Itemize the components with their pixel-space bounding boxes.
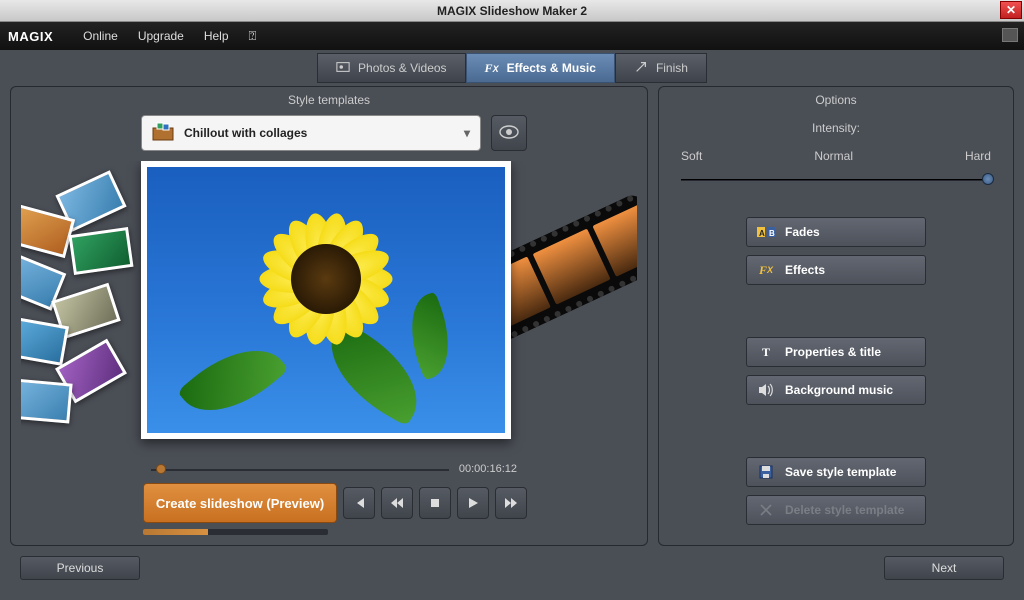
fx-small-icon: FX — [757, 261, 775, 279]
tab-label: Photos & Videos — [358, 61, 447, 75]
save-label: Save style template — [785, 465, 896, 479]
panel-right-title: Options — [659, 87, 1013, 115]
speaker-icon — [757, 381, 775, 399]
intensity-ticks: Soft Normal Hard — [681, 149, 991, 163]
template-thumb-icon — [152, 122, 174, 144]
panel-style-templates: Style templates Chillout with collages ▾ — [10, 86, 648, 546]
tick-soft: Soft — [681, 149, 702, 163]
properties-title-button[interactable]: T Properties & title — [746, 337, 926, 367]
create-button-label: Create slideshow (Preview) — [156, 496, 324, 511]
template-selector-row: Chillout with collages ▾ — [11, 115, 647, 151]
tab-photos-videos[interactable]: Photos & Videos — [317, 53, 466, 83]
panel-left-title: Style templates — [11, 87, 647, 115]
eye-icon — [499, 125, 519, 142]
transport-controls: Create slideshow (Preview) — [11, 481, 647, 529]
previous-button[interactable]: Previous — [20, 556, 140, 580]
template-selected-label: Chillout with collages — [184, 126, 307, 140]
minimize-button[interactable] — [1002, 28, 1018, 42]
template-dropdown[interactable]: Chillout with collages ▾ — [141, 115, 481, 151]
previous-label: Previous — [57, 561, 104, 575]
next-button[interactable]: Next — [884, 556, 1004, 580]
rewind-button[interactable] — [381, 487, 413, 519]
render-progress — [143, 529, 328, 535]
photos-icon — [336, 60, 350, 77]
window-title: MAGIX Slideshow Maker 2 — [437, 4, 587, 18]
close-icon: ✕ — [1006, 3, 1016, 17]
effects-button[interactable]: FX Effects — [746, 255, 926, 285]
menubar: MAGIX Online Upgrade Help ⍰ — [0, 22, 1024, 50]
main-tabs: Photos & Videos FX Effects & Music Finis… — [0, 50, 1024, 86]
properties-label: Properties & title — [785, 345, 881, 359]
skip-start-button[interactable] — [343, 487, 375, 519]
tick-hard: Hard — [965, 149, 991, 163]
effects-label: Effects — [785, 263, 825, 277]
preview-image — [147, 167, 505, 433]
fast-forward-button[interactable] — [495, 487, 527, 519]
delete-label: Delete style template — [785, 503, 904, 517]
menu-help-marker-icon[interactable]: ⍰ — [241, 24, 265, 48]
titlebar: MAGIX Slideshow Maker 2 ✕ — [0, 0, 1024, 22]
timecode: 00:00:16:12 — [459, 463, 517, 475]
preview-image-frame — [141, 161, 511, 439]
timeline-track[interactable] — [151, 464, 449, 474]
intensity-thumb[interactable] — [982, 173, 994, 185]
delete-x-icon — [757, 501, 775, 519]
tab-finish[interactable]: Finish — [615, 53, 707, 83]
stop-button[interactable] — [419, 487, 451, 519]
next-label: Next — [932, 561, 957, 575]
tick-normal: Normal — [814, 149, 853, 163]
fades-icon: AB — [757, 223, 775, 241]
preview-stage — [21, 161, 637, 457]
panel-options: Options Intensity: Soft Normal Hard AB F… — [658, 86, 1014, 546]
menu-upgrade[interactable]: Upgrade — [130, 25, 192, 47]
fades-label: Fades — [785, 225, 820, 239]
play-button[interactable] — [457, 487, 489, 519]
svg-text:A: A — [759, 229, 765, 238]
logo: MAGIX — [8, 29, 71, 44]
intensity-label: Intensity: — [681, 121, 991, 135]
menu-online[interactable]: Online — [75, 25, 126, 47]
tab-label: Finish — [656, 61, 688, 75]
fx-icon: FX — [485, 61, 499, 76]
save-style-template-button[interactable]: Save style template — [746, 457, 926, 487]
decor-photo-pile — [21, 181, 161, 457]
timeline-thumb[interactable] — [156, 464, 166, 474]
menu-help[interactable]: Help — [196, 25, 237, 47]
fades-button[interactable]: AB Fades — [746, 217, 926, 247]
music-label: Background music — [785, 383, 893, 397]
tab-effects-music[interactable]: FX Effects & Music — [466, 53, 615, 83]
save-disk-icon — [757, 463, 775, 481]
svg-text:B: B — [769, 229, 775, 238]
content: Style templates Chillout with collages ▾ — [0, 86, 1024, 556]
close-button[interactable]: ✕ — [1000, 1, 1022, 19]
intensity-slider[interactable] — [681, 171, 991, 187]
background-music-button[interactable]: Background music — [746, 375, 926, 405]
finish-arrow-icon — [634, 60, 648, 77]
tab-label: Effects & Music — [507, 61, 596, 75]
timeline: 00:00:16:12 — [11, 457, 647, 481]
create-slideshow-preview-button[interactable]: Create slideshow (Preview) — [143, 483, 337, 523]
footer-nav: Previous Next — [0, 556, 1024, 590]
title-t-icon: T — [757, 343, 775, 361]
chevron-down-icon: ▾ — [464, 126, 470, 140]
delete-style-template-button: Delete style template — [746, 495, 926, 525]
preview-template-button[interactable] — [491, 115, 527, 151]
